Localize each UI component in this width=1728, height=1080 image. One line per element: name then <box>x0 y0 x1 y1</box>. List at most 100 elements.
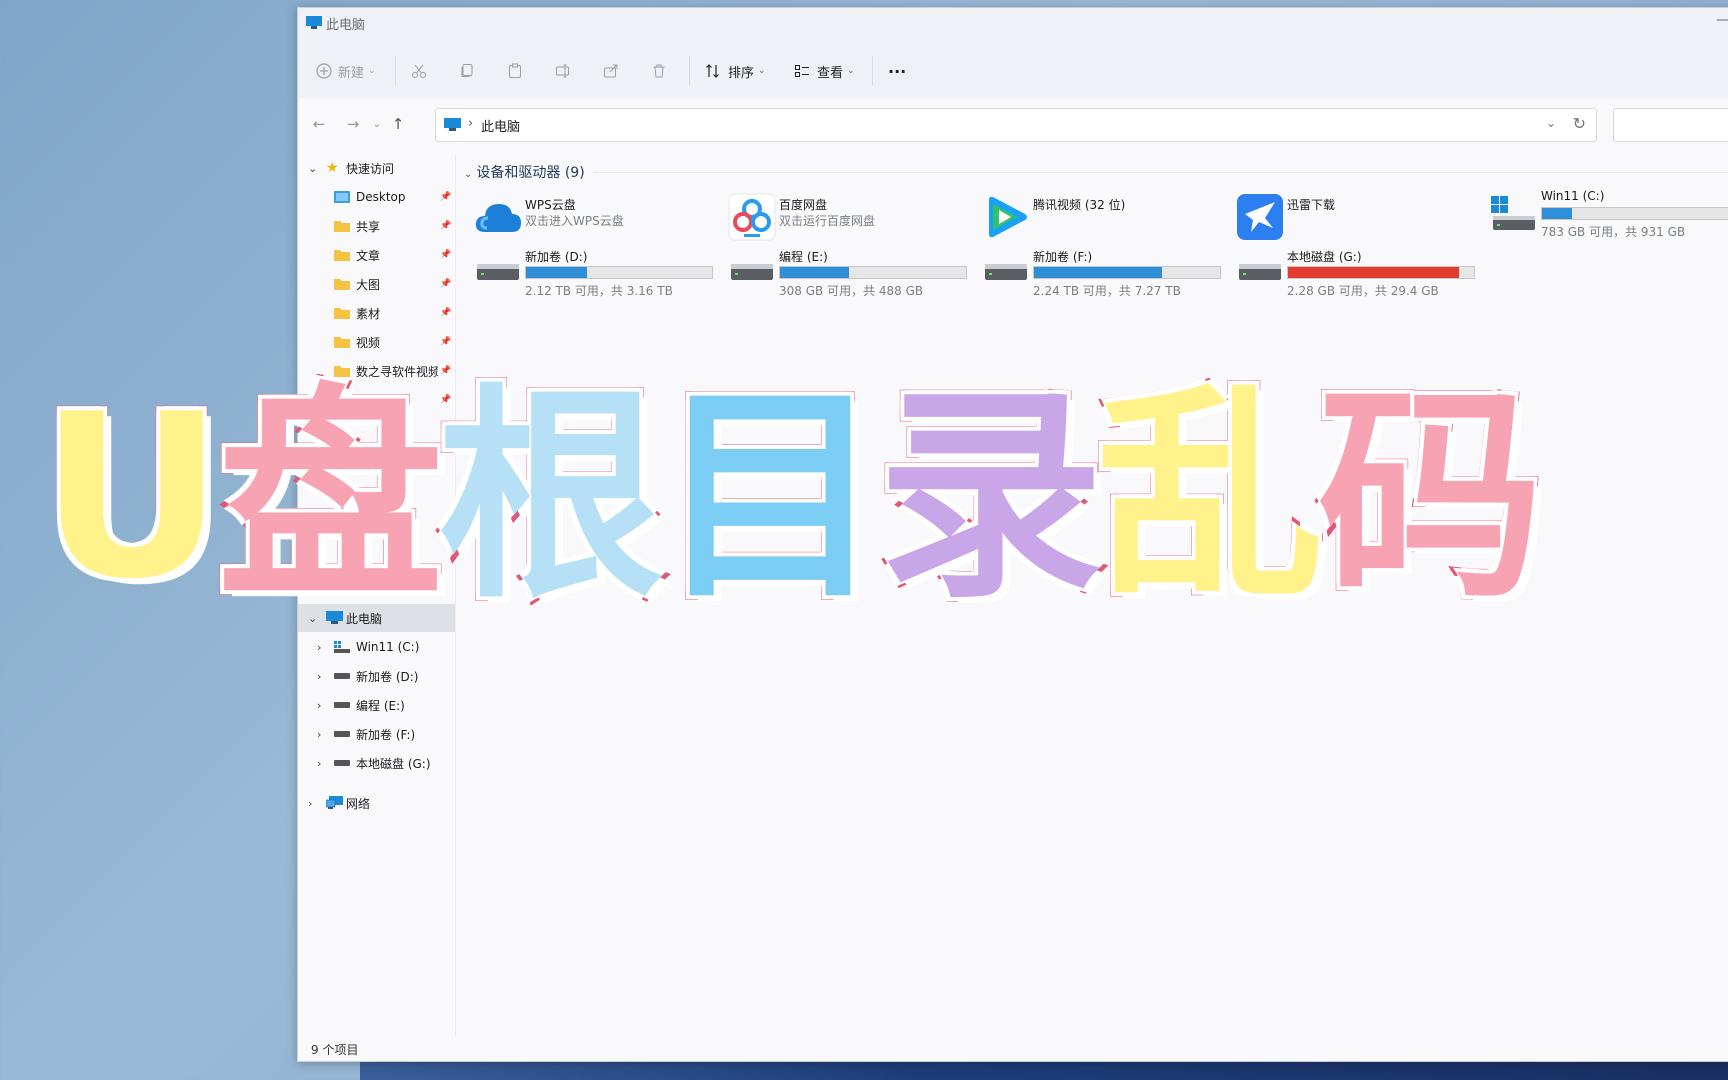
pin-icon[interactable]: 📌 <box>440 308 451 318</box>
breadcrumb[interactable]: 此电脑 <box>481 116 520 135</box>
overlay-char: 盘 <box>213 366 448 629</box>
pin-icon[interactable]: 📌 <box>440 279 451 289</box>
pin-icon[interactable]: 📌 <box>440 221 451 231</box>
tile-drive-c[interactable]: Win11 (C:) 783 GB 可用，共 931 GB <box>1489 189 1728 244</box>
address-bar[interactable]: › 此电脑 ⌄ ↻ <box>435 108 1597 142</box>
tile-name: 腾讯视频 (32 位) <box>1033 198 1126 212</box>
storage-bar-fill <box>780 267 849 278</box>
cut-button[interactable] <box>411 55 427 87</box>
share-button[interactable] <box>603 55 619 87</box>
copy-button[interactable] <box>459 55 475 87</box>
paste-button[interactable] <box>507 55 523 87</box>
tile-drive-g[interactable]: 本地磁盘 (G:) 2.28 GB 可用，共 29.4 GB <box>1235 244 1475 298</box>
sidebar-item-label: 网络 <box>346 796 371 811</box>
pin-icon[interactable]: 📌 <box>440 192 451 202</box>
tile-wps-cloud[interactable]: WPS云盘 双击进入WPS云盘 <box>473 192 713 244</box>
storage-bar <box>1287 266 1475 279</box>
sidebar-item-drive-g[interactable]: › 本地磁盘 (G:) <box>298 749 455 777</box>
sidebar-item-drive-c[interactable]: › Win11 (C:) <box>298 633 455 661</box>
search-input[interactable] <box>1613 108 1728 142</box>
plus-circle-icon <box>316 63 332 79</box>
storage-caption: 2.12 TB 可用，共 3.16 TB <box>525 284 673 298</box>
desktop-icon <box>334 191 350 203</box>
tencent-video-icon <box>989 196 1027 238</box>
view-list-icon <box>795 65 809 77</box>
recent-locations-chevron-icon[interactable]: ⌄ <box>367 114 387 134</box>
sidebar-item-quick-access[interactable]: ⌄ ★ 快速访问 <box>298 154 455 182</box>
refresh-icon[interactable]: ↻ <box>1573 114 1586 133</box>
pin-icon[interactable]: 📌 <box>440 337 451 347</box>
tile-xunlei[interactable]: 迅雷下载 <box>1235 192 1475 244</box>
forward-arrow-icon[interactable]: → <box>343 114 363 134</box>
drive-icon <box>1239 264 1281 280</box>
item-count: 9 个项目 <box>311 1043 359 1057</box>
sidebar-item-label: 本地磁盘 (G:) <box>356 756 431 771</box>
new-button[interactable]: 新建 ⌄ <box>316 55 376 87</box>
chevron-down-icon[interactable]: ⌄ <box>1546 116 1556 130</box>
chevron-down-icon: ⌄ <box>464 169 473 180</box>
sidebar-item-label: 大图 <box>356 277 381 292</box>
more-options-button[interactable]: ··· <box>888 55 906 87</box>
storage-bar-fill <box>526 267 588 278</box>
rename-button[interactable] <box>555 55 571 87</box>
sidebar-item-label: Win11 (C:) <box>356 640 420 654</box>
sort-button[interactable]: 排序 ⌄ <box>705 55 766 87</box>
sidebar-item-drive-f[interactable]: › 新加卷 (F:) <box>298 720 455 748</box>
sort-icon <box>706 64 719 78</box>
tile-drive-f[interactable]: 新加卷 (F:) 2.24 TB 可用，共 7.27 TB <box>981 244 1221 298</box>
chevron-right-icon: › <box>317 698 322 712</box>
chevron-down-icon: ⌄ <box>758 66 766 76</box>
drive-icon <box>731 264 773 280</box>
chevron-down-icon: ⌄ <box>308 161 318 175</box>
sidebar-item-desktop[interactable]: Desktop 📌 <box>298 183 455 211</box>
sidebar-item-drive-d[interactable]: › 新加卷 (D:) <box>298 662 455 690</box>
sidebar-item-folder[interactable]: 视频 📌 <box>298 328 455 356</box>
tile-name: 新加卷 (F:) <box>1033 250 1093 264</box>
drive-icon <box>334 673 350 679</box>
group-header[interactable]: ⌄ 设备和驱动器 (9) <box>464 162 585 182</box>
sidebar-item-folder[interactable]: 文章 📌 <box>298 241 455 269</box>
sidebar-item-folder[interactable]: 大图 📌 <box>298 270 455 298</box>
clipboard-icon <box>509 63 521 78</box>
tile-drive-e[interactable]: 编程 (E:) 308 GB 可用，共 488 GB <box>727 244 967 298</box>
up-arrow-icon[interactable]: ↑ <box>388 114 408 134</box>
rename-icon <box>556 64 569 78</box>
sidebar-item-label: 快速访问 <box>346 161 395 176</box>
drive-icon <box>334 731 350 737</box>
sidebar-item-drive-e[interactable]: › 编程 (E:) <box>298 691 455 719</box>
sidebar-item-folder[interactable]: 素材 📌 <box>298 299 455 327</box>
group-title: 设备和驱动器 (9) <box>476 165 585 181</box>
minimize-button[interactable]: — <box>1716 12 1728 28</box>
delete-button[interactable] <box>651 55 667 87</box>
storage-caption: 308 GB 可用，共 488 GB <box>779 284 924 298</box>
storage-bar <box>525 266 713 279</box>
view-button[interactable]: 查看 ⌄ <box>794 55 855 87</box>
tile-name: 百度网盘 <box>779 198 828 212</box>
overlay-char: 码 <box>1313 366 1548 629</box>
sidebar-item-folder[interactable]: 共享 📌 <box>298 212 455 240</box>
windows-drive-icon <box>1491 196 1535 230</box>
toolbar-divider <box>872 56 873 86</box>
tile-drive-d[interactable]: 新加卷 (D:) 2.12 TB 可用，共 3.16 TB <box>473 244 713 298</box>
group-divider <box>593 172 1728 173</box>
tile-tencent-video[interactable]: 腾讯视频 (32 位) <box>981 192 1221 244</box>
sidebar-item-network[interactable]: › 网络 <box>298 789 455 817</box>
chevron-right-icon: › <box>317 669 322 683</box>
folder-icon <box>334 221 350 232</box>
trash-icon <box>653 64 665 78</box>
share-icon <box>604 64 618 78</box>
toolbar-divider <box>395 56 396 86</box>
pin-icon[interactable]: 📌 <box>440 250 451 260</box>
address-row: ← → ⌄ ↑ › 此电脑 ⌄ ↻ <box>298 98 1728 154</box>
storage-bar-fill <box>1034 267 1163 278</box>
storage-caption: 783 GB 可用，共 931 GB <box>1541 225 1686 239</box>
scissors-icon <box>412 64 426 78</box>
tile-name: 新加卷 (D:) <box>525 250 588 264</box>
toolbar-divider <box>689 56 690 86</box>
breadcrumb-chevron-icon: › <box>468 116 474 131</box>
sidebar-item-label: 编程 (E:) <box>356 698 405 713</box>
title-bar[interactable]: 此电脑 — <box>298 8 1728 44</box>
back-arrow-icon[interactable]: ← <box>309 114 329 134</box>
tile-baidu-netdisk[interactable]: 百度网盘 双击运行百度网盘 <box>727 192 967 244</box>
star-icon: ★ <box>326 160 339 176</box>
